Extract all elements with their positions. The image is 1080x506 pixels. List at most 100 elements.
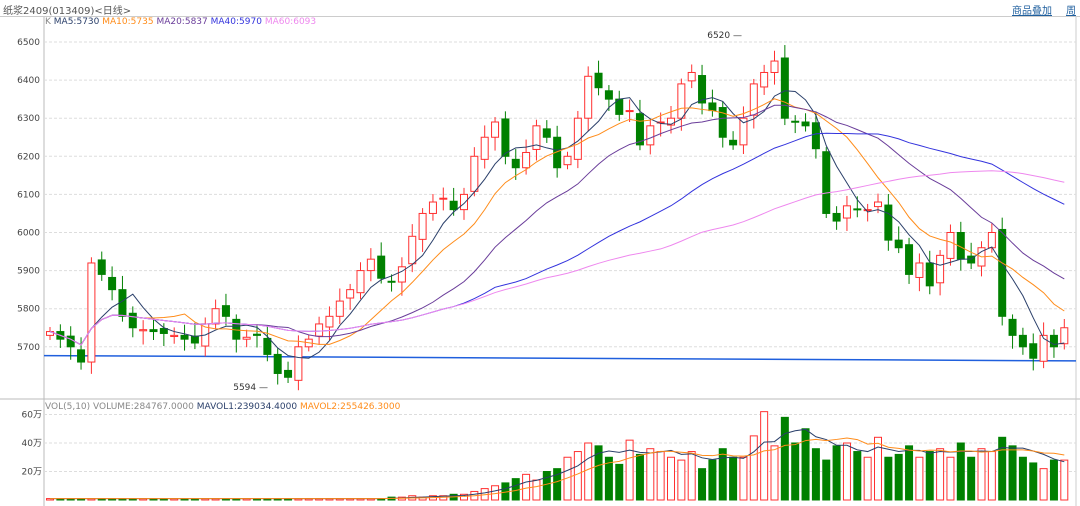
candle-down [894, 239, 903, 249]
candle-up [439, 197, 448, 200]
volume-bar [242, 498, 251, 501]
y-tick-label: 6100 [17, 190, 40, 200]
volume-bar [273, 498, 282, 501]
candle-up [335, 300, 344, 317]
candle-down [801, 121, 810, 127]
candle-up [1060, 327, 1069, 345]
candle-up [646, 125, 655, 146]
candle-up [170, 334, 179, 338]
candle-up [491, 121, 500, 138]
candle-down [604, 90, 613, 100]
candle-down [791, 120, 800, 123]
chart-title: 纸浆2409(013409)<日线> [3, 6, 132, 17]
volume-bar [56, 498, 65, 501]
candle-up [304, 338, 313, 348]
candle-down [97, 259, 106, 275]
period-link[interactable]: 周 [1066, 6, 1076, 17]
volume-bar [718, 448, 727, 501]
volume-bar [87, 498, 96, 501]
candle-down [180, 334, 189, 340]
candle-up [1039, 334, 1048, 362]
y-tick-label: 5800 [17, 305, 40, 315]
candle-up [625, 110, 634, 113]
ma20-line [49, 104, 1065, 346]
volume-bar [304, 498, 313, 501]
vol-tick-label: 40万 [22, 439, 42, 449]
volume-bar [708, 459, 717, 501]
y-tick-label: 6500 [17, 38, 40, 48]
candle-up [946, 232, 955, 259]
y-tick-label: 6000 [17, 229, 40, 239]
candle-down [615, 98, 624, 115]
volume-bar [863, 456, 872, 501]
volume-bar [1049, 459, 1058, 501]
volume-bar [946, 456, 955, 501]
candle-up [977, 247, 986, 267]
volume-bar [170, 498, 179, 501]
volume-bar [874, 436, 882, 501]
candle-down [967, 255, 976, 264]
candle-down [925, 262, 934, 287]
volume-bar [573, 451, 582, 501]
volume-bar [491, 485, 500, 501]
volume-bar [66, 498, 75, 501]
volume-bar [635, 453, 644, 501]
volume-legend: VOL(5,10) VOLUME:284767.0000 MAVOL1:2390… [45, 402, 400, 412]
volume-bar [729, 456, 738, 501]
candle-down [149, 329, 158, 333]
volume-bar [397, 496, 406, 501]
volume-bar [315, 498, 324, 501]
volume-bar [1029, 462, 1038, 501]
candle-down [905, 244, 914, 275]
volume-bar [604, 456, 613, 501]
y-tick-label: 6300 [17, 114, 40, 124]
ma40-line [49, 132, 1065, 346]
candle-up [770, 60, 779, 73]
candle-down [718, 107, 727, 138]
candle-down [232, 318, 241, 340]
candle-down [729, 139, 738, 146]
candle-down [273, 353, 282, 374]
candle-down [501, 118, 510, 157]
vol-tick-label: 20万 [22, 468, 42, 478]
candle-up [667, 117, 675, 126]
volume-bar [625, 439, 634, 501]
volume-bar [139, 498, 148, 501]
candle-down [780, 57, 789, 119]
commodity-overlay-link[interactable]: 商品叠加 [1012, 6, 1052, 17]
candle-up [397, 266, 406, 283]
candle-up [460, 193, 468, 211]
y-tick-label: 5900 [17, 267, 40, 277]
volume-bar [780, 416, 789, 501]
candle-up [408, 235, 417, 265]
candle-up [87, 262, 96, 363]
candle-up [687, 71, 696, 82]
candle-down [708, 102, 717, 112]
volume-bar [418, 496, 427, 501]
candle-up [563, 155, 572, 166]
candle-down [822, 151, 831, 214]
candle-down [159, 328, 168, 334]
volume-bar [853, 451, 862, 501]
candle-up [325, 315, 334, 328]
ma5-label: MA5:5730 [53, 17, 100, 27]
volume-bar [656, 451, 665, 501]
vol-value: VOLUME:284767.0000 [93, 402, 194, 412]
volume-bar [480, 488, 489, 501]
volume-bar [501, 482, 510, 501]
volume-bar [118, 498, 127, 501]
candle-down [253, 333, 261, 336]
candle-down [77, 349, 86, 363]
volume-bar [1060, 459, 1069, 501]
volume-bar [739, 456, 748, 501]
candle-up [677, 83, 686, 119]
volume-bar [460, 493, 468, 501]
volume-bar [128, 498, 137, 501]
volume-bar [770, 445, 779, 501]
candle-up [760, 71, 769, 88]
volume-bar [294, 498, 303, 501]
vol-tick-label: 60万 [22, 411, 42, 421]
volume-bar [46, 498, 54, 501]
volume-bar [253, 498, 261, 501]
volume-bar [1039, 468, 1048, 501]
